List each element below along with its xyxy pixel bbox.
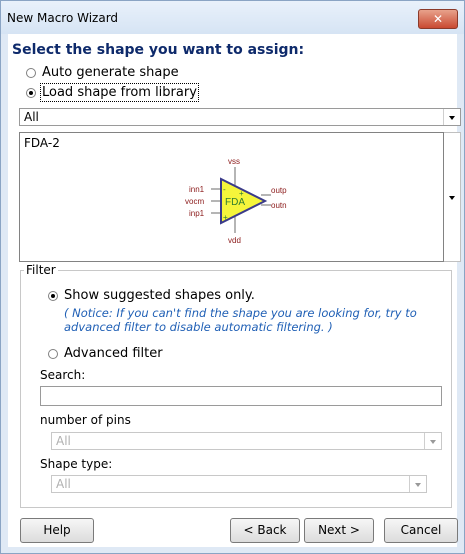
symbol-label: FDA	[225, 197, 245, 208]
chevron-down-icon[interactable]	[409, 476, 426, 492]
auto-generate-label: Auto generate shape	[42, 65, 179, 80]
filter-notice: ( Notice: If you can't find the shape yo…	[64, 306, 417, 334]
advanced-filter-radio[interactable]	[48, 348, 58, 359]
help-button[interactable]: Help	[20, 518, 94, 543]
suggested-shapes-label: Show suggested shapes only.	[64, 288, 255, 303]
advanced-filter-label: Advanced filter	[64, 346, 163, 361]
shape-type-select[interactable]: All	[51, 475, 427, 493]
suggested-shapes-radio[interactable]	[48, 290, 58, 301]
pin-label-inp1: inp1	[189, 209, 205, 218]
search-label: Search:	[40, 368, 86, 382]
page-heading: Select the shape you want to assign:	[12, 42, 305, 58]
pins-select[interactable]: All	[51, 432, 442, 450]
svg-text:-: -	[223, 185, 226, 194]
chevron-down-icon[interactable]	[424, 433, 441, 449]
svg-text:+: +	[239, 189, 244, 198]
pin-label-outp: outp	[271, 186, 287, 195]
chevron-down-icon[interactable]	[443, 109, 460, 125]
pins-label: number of pins	[40, 413, 131, 427]
pin-label-vss: vss	[228, 157, 240, 166]
shape-list[interactable]: FDA-2 FDA + - + vss vdd inn1 vocm inp1 o…	[19, 132, 444, 262]
close-button[interactable]: ✕	[418, 9, 458, 29]
load-library-label: Load shape from library	[40, 83, 199, 102]
pin-label-outn: outn	[271, 201, 287, 210]
library-filter-value: All	[24, 110, 39, 124]
pins-select-value: All	[56, 434, 71, 448]
load-library-option[interactable]: Load shape from library	[26, 83, 199, 102]
shape-list-dropdown-button[interactable]	[444, 132, 461, 262]
advanced-filter-option[interactable]: Advanced filter	[48, 346, 163, 361]
search-input[interactable]	[40, 386, 442, 406]
close-icon: ✕	[432, 12, 444, 26]
shape-name: FDA-2	[24, 136, 60, 150]
next-button[interactable]: Next >	[304, 518, 374, 543]
pin-label-vdd: vdd	[228, 236, 241, 245]
pin-label-vocm: vocm	[185, 197, 204, 206]
auto-generate-option[interactable]: Auto generate shape	[26, 65, 179, 80]
shape-preview-symbol: FDA + - + vss vdd inn1 vocm inp1 outp ou…	[185, 157, 287, 245]
cancel-button[interactable]: Cancel	[384, 518, 458, 543]
library-filter-select[interactable]: All	[19, 108, 461, 126]
pin-label-inn1: inn1	[189, 185, 205, 194]
shape-type-select-value: All	[56, 477, 71, 491]
svg-text:+: +	[223, 213, 228, 222]
suggested-shapes-option[interactable]: Show suggested shapes only.	[48, 288, 255, 303]
shape-type-label: Shape type:	[40, 457, 113, 471]
back-button[interactable]: < Back	[230, 518, 300, 543]
auto-generate-radio[interactable]	[26, 67, 36, 78]
window-title: New Macro Wizard	[7, 11, 119, 25]
load-library-radio[interactable]	[26, 87, 36, 98]
filter-group-label: Filter	[24, 263, 58, 277]
title-bar: New Macro Wizard ✕	[1, 1, 464, 34]
